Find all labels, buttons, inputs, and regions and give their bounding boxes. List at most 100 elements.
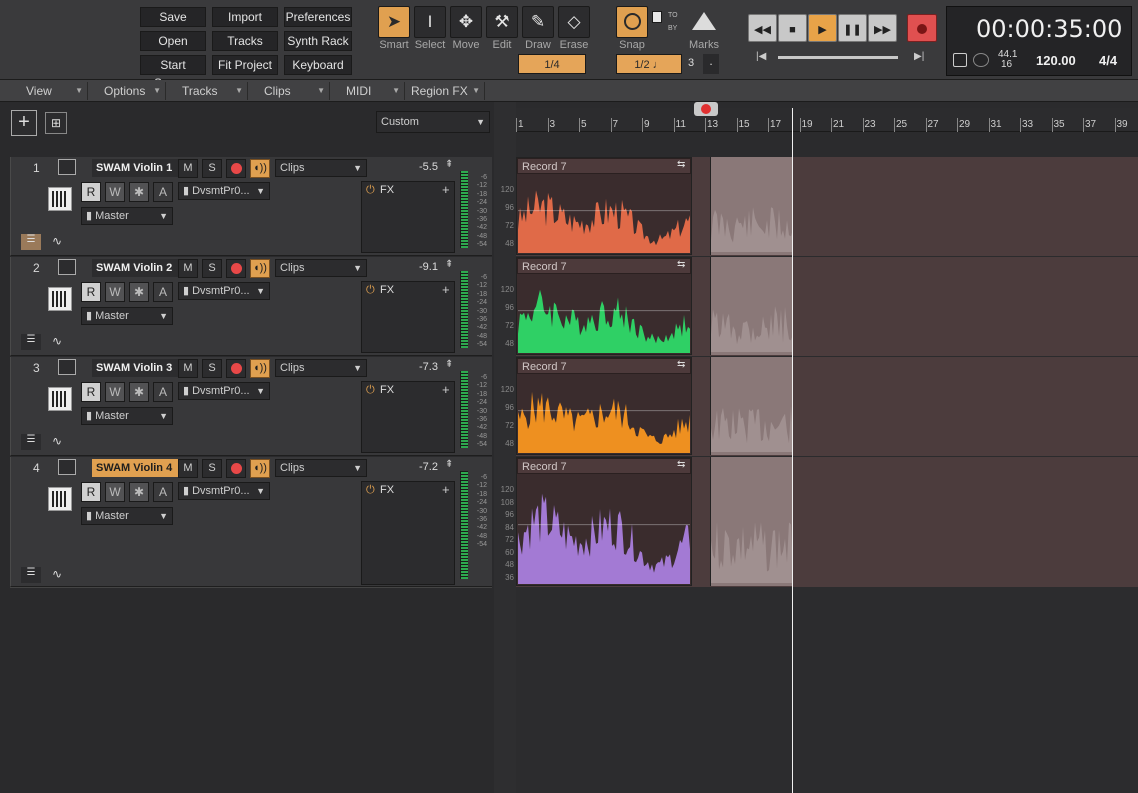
pause-button[interactable]: ❚❚ <box>838 14 867 42</box>
snap-to-toggle[interactable] <box>652 11 662 23</box>
clip-menu-icon[interactable]: ⇆ <box>677 359 685 370</box>
solo-button[interactable]: S <box>202 159 222 178</box>
track-expand-icon[interactable]: ☰ <box>21 234 41 250</box>
clip-name[interactable]: Record 7 <box>517 358 691 374</box>
menu-midi[interactable]: MIDI ▼ <box>330 82 405 100</box>
input-dropdown[interactable]: ▮ DvsmtPr0... ▼ <box>178 282 270 300</box>
marks-button[interactable] <box>688 6 720 38</box>
track-1[interactable]: 1 SWAM Violin 1 M S ◖)) Clips ▼ -5.5 ⇞ R … <box>10 157 492 256</box>
track-view-preset-dropdown[interactable]: Custom ▼ <box>376 111 490 133</box>
output-dropdown[interactable]: ▮ Master ▼ <box>81 407 173 425</box>
output-dropdown[interactable]: ▮ Master ▼ <box>81 207 173 225</box>
automation-lanes-icon[interactable]: ∿ <box>47 434 67 450</box>
empty-track-area[interactable] <box>10 587 492 793</box>
write-automation-button[interactable]: W <box>105 182 125 202</box>
power-icon[interactable]: ⏻ <box>366 184 375 197</box>
menu-tracks[interactable]: Tracks ▼ <box>166 82 248 100</box>
freeze-button[interactable]: ✱ <box>129 182 149 202</box>
menu-clips[interactable]: Clips ▼ <box>248 82 330 100</box>
freeze-button[interactable]: ✱ <box>129 282 149 302</box>
write-automation-button[interactable]: W <box>105 282 125 302</box>
clip-menu-icon[interactable]: ⇆ <box>677 259 685 270</box>
track-2[interactable]: 2 SWAM Violin 2 M S ◖)) Clips ▼ -9.1 ⇞ R … <box>10 257 492 356</box>
fx-rack[interactable]: ⏻ FX + <box>361 281 455 353</box>
audio-clip[interactable]: Record 7 ⇆ <box>516 457 692 586</box>
track-4[interactable]: 4 SWAM Violin 4 M S ◖)) Clips ▼ -7.2 ⇞ R … <box>10 457 492 587</box>
arm-automation-button[interactable]: A <box>153 482 173 502</box>
fx-rack[interactable]: ⏻ FX + <box>361 181 455 253</box>
fast-forward-button[interactable]: ▶▶ <box>868 14 897 42</box>
volume-spinner-icon[interactable]: ⇞ <box>445 459 453 470</box>
play-button[interactable]: ▶ <box>808 14 837 42</box>
metronome-icon[interactable] <box>953 53 967 67</box>
mute-button[interactable]: M <box>178 359 198 378</box>
fx-rack[interactable]: ⏻ FX + <box>361 381 455 453</box>
track-name[interactable]: SWAM Violin 3 <box>92 359 182 377</box>
go-to-end-icon[interactable]: ▶| <box>914 51 924 62</box>
input-dropdown[interactable]: ▮ DvsmtPr0... ▼ <box>178 382 270 400</box>
clip-region-preview[interactable] <box>710 257 793 355</box>
input-dropdown[interactable]: ▮ DvsmtPr0... ▼ <box>178 182 270 200</box>
track-3[interactable]: 3 SWAM Violin 3 M S ◖)) Clips ▼ -7.3 ⇞ R … <box>10 357 492 456</box>
power-icon[interactable]: ⏻ <box>366 284 375 297</box>
erase-tool-button[interactable]: ◇ <box>558 6 590 38</box>
snap-count[interactable]: 3 <box>688 57 694 69</box>
solo-button[interactable]: S <box>202 259 222 278</box>
track-view-dropdown[interactable]: Clips ▼ <box>275 159 367 177</box>
edit-tool-button[interactable]: ⚒ <box>486 6 518 38</box>
input-echo-button[interactable]: ◖)) <box>250 159 270 178</box>
smart-tool-button[interactable]: ➤ <box>378 6 410 38</box>
tempo[interactable]: 120.00 <box>1036 53 1076 68</box>
preferences-button[interactable]: Preferences <box>284 7 352 27</box>
track-expand-icon[interactable]: ☰ <box>21 334 41 350</box>
import-button[interactable]: Import <box>212 7 278 27</box>
audio-clip[interactable]: Record 7 ⇆ <box>516 257 692 355</box>
track-volume[interactable]: -7.2 <box>419 461 438 473</box>
clip-name[interactable]: Record 7 <box>517 458 691 474</box>
read-automation-button[interactable]: R <box>81 182 101 202</box>
track-volume[interactable]: -7.3 <box>419 361 438 373</box>
move-tool-button[interactable]: ✥ <box>450 6 482 38</box>
output-dropdown[interactable]: ▮ Master ▼ <box>81 507 173 525</box>
clip-menu-icon[interactable]: ⇆ <box>677 459 685 470</box>
track-volume[interactable]: -9.1 <box>419 261 438 273</box>
add-fx-icon[interactable]: + <box>442 182 450 197</box>
track-volume[interactable]: -5.5 <box>419 161 438 173</box>
add-fx-icon[interactable]: + <box>442 282 450 297</box>
volume-spinner-icon[interactable]: ⇞ <box>445 159 453 170</box>
add-track-button[interactable]: + <box>11 110 37 136</box>
go-to-start-icon[interactable]: |◀ <box>756 51 766 62</box>
menu-view[interactable]: View ▼ <box>10 82 88 100</box>
write-automation-button[interactable]: W <box>105 382 125 402</box>
add-fx-icon[interactable]: + <box>442 482 450 497</box>
track-name[interactable]: SWAM Violin 2 <box>92 259 182 277</box>
track-name[interactable]: SWAM Violin 4 <box>92 459 182 477</box>
snap-resolution-dropdown[interactable]: 1/2 ♩ <box>616 54 682 74</box>
timeline-ruler[interactable]: 1 3 5 7 9 11 13 15 17 19 21 23 25 27 29 31 33 35 37 39 <box>516 108 1138 132</box>
track-expand-icon[interactable]: ☰ <box>21 567 41 583</box>
audio-clip[interactable]: Record 7 ⇆ <box>516 357 692 455</box>
input-echo-button[interactable]: ◖)) <box>250 459 270 478</box>
automation-lanes-icon[interactable]: ∿ <box>47 234 67 250</box>
arm-record-button[interactable] <box>226 159 246 178</box>
start-screen-button[interactable]: Start Screen <box>140 55 206 90</box>
arm-record-button[interactable] <box>226 259 246 278</box>
now-slider[interactable] <box>778 56 898 59</box>
volume-spinner-icon[interactable]: ⇞ <box>445 259 453 270</box>
arm-record-button[interactable] <box>226 359 246 378</box>
record-button[interactable] <box>907 14 937 42</box>
menu-options[interactable]: Options ▼ <box>88 82 166 100</box>
rewind-button[interactable]: ◀◀ <box>748 14 777 42</box>
now-marker-icon[interactable] <box>694 102 718 116</box>
add-fx-icon[interactable]: + <box>442 382 450 397</box>
clip-name[interactable]: Record 7 <box>517 258 691 274</box>
tool-resolution-dropdown[interactable]: 1/4 <box>518 54 586 74</box>
add-folder-button[interactable]: ⊞ <box>45 112 67 134</box>
empty-clips-area[interactable] <box>516 587 1138 793</box>
track-expand-icon[interactable]: ☰ <box>21 434 41 450</box>
track-view-dropdown[interactable]: Clips ▼ <box>275 359 367 377</box>
count-in-icon[interactable] <box>973 53 989 67</box>
stop-button[interactable]: ■ <box>778 14 807 42</box>
clip-name[interactable]: Record 7 <box>517 158 691 174</box>
clip-region-preview[interactable] <box>710 457 793 586</box>
